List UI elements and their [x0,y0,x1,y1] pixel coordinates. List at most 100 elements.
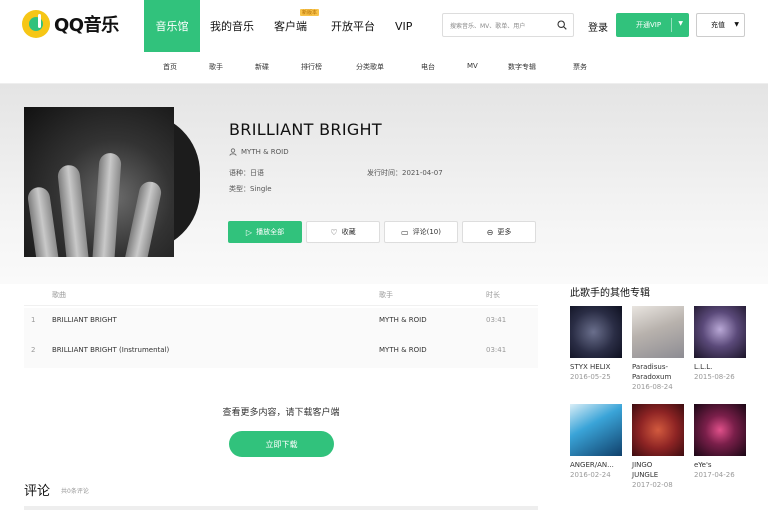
cover-art-shape [122,179,164,257]
song-title[interactable]: BRILLIANT BRIGHT [52,316,117,324]
topnav-music-hall[interactable]: 音乐馆 [144,0,200,52]
qq-music-logo-icon [22,10,50,38]
album-thumbnail[interactable] [570,306,622,358]
sub-nav: 首页 歌手 新碟 排行榜 分类歌单 电台 MV 数字专辑 票务 [0,52,768,84]
other-album-card[interactable]: eYe's 2017-04-26 [694,404,746,481]
other-album-card[interactable]: JINGO JUNGLE 2017-02-08 [632,404,684,491]
subnav-playlists[interactable]: 分类歌单 [356,62,384,72]
person-icon [229,148,237,156]
song-artist[interactable]: MYTH & ROID [379,346,427,354]
album-thumbnail[interactable] [632,306,684,358]
vip-divider [671,18,672,32]
cover-art-shape [26,185,60,257]
favorite-button[interactable]: ♡ 收藏 [306,221,380,243]
album-date: 2017-04-26 [694,471,735,479]
topnav-open-platform[interactable]: 开放平台 [321,0,385,52]
login-link[interactable]: 登录 [588,19,608,34]
caret-down-icon[interactable]: ▼ [678,20,683,27]
play-all-button[interactable]: ▷ 播放全部 [228,221,302,243]
album-date: 2015-08-26 [694,373,735,381]
subnav-digital-albums[interactable]: 数字专辑 [508,62,536,72]
other-album-card[interactable]: ANGER/AN... 2016-02-24 [570,404,622,481]
recharge-button[interactable]: 充值 ▼ [696,13,745,37]
comment-icon: ▭ [401,227,409,237]
caret-down-icon[interactable]: ▼ [734,21,739,28]
favorite-label: 收藏 [341,228,356,236]
other-album-card[interactable]: STYX HELIX 2016-05-25 [570,306,622,383]
new-version-badge: 新版本 [299,9,319,16]
search-input[interactable]: 搜索音乐、MV、歌单、用户 [442,13,574,37]
album-cover-image [24,107,174,257]
album-name[interactable]: ANGER/AN... [570,460,622,470]
download-now-button[interactable]: 立即下载 [229,431,334,457]
other-album-card[interactable]: L.L.L. 2015-08-26 [694,306,746,383]
song-table-header: 歌曲 歌手 时长 [24,282,538,306]
album-artist-name: MYTH & ROID [241,148,289,156]
more-label: 更多 [497,228,512,236]
brand-logo[interactable]: QQ音乐 [22,10,119,38]
column-singer: 歌手 [379,291,393,299]
column-duration: 时长 [486,291,500,299]
album-date: 2017-02-08 [632,481,673,489]
top-header: QQ音乐 音乐馆 我的音乐 客户端 新版本 开放平台 VIP 搜索音乐、MV、歌… [0,0,768,52]
song-title[interactable]: BRILLIANT BRIGHT (Instrumental) [52,346,169,354]
subnav-charts[interactable]: 排行榜 [301,62,322,72]
album-release-date: 发行时间：2021-04-07 [367,169,443,177]
open-vip-button[interactable]: 开通VIP ▼ [616,13,689,37]
subnav-new-albums[interactable]: 新碟 [255,62,269,72]
album-date: 2016-08-24 [632,383,673,391]
comment-label: 评论(10) [412,228,441,236]
comments-count: 共0条评论 [61,488,89,495]
album-title: BRILLIANT BRIGHT [229,120,382,139]
album-name-line2[interactable]: Paradoxum [632,372,684,382]
song-index: 2 [31,346,36,354]
open-vip-label: 开通VIP [636,21,662,29]
album-action-buttons: ▷ 播放全部 ♡ 收藏 ▭ 评论(10) ⊖ 更多 [228,221,540,243]
album-name-line2[interactable]: JUNGLE [632,470,684,480]
song-artist[interactable]: MYTH & ROID [379,316,427,324]
play-icon: ▷ [245,227,253,237]
song-duration: 03:41 [486,346,507,354]
comments-heading: 评论 [24,484,51,499]
topnav-my-music[interactable]: 我的音乐 [200,0,264,52]
other-albums-heading: 此歌手的其他专辑 [570,288,650,299]
album-name[interactable]: L.L.L. [694,362,746,372]
brand-name: QQ音乐 [54,15,119,36]
subnav-home[interactable]: 首页 [163,62,177,72]
album-date: 2016-05-25 [570,373,611,381]
comments-divider [24,506,538,510]
topnav-vip[interactable]: VIP [385,0,422,52]
album-type: 类型：Single [229,185,272,193]
album-name[interactable]: JINGO [632,460,684,470]
album-thumbnail[interactable] [694,306,746,358]
comment-button[interactable]: ▭ 评论(10) [384,221,458,243]
subnav-mv[interactable]: MV [467,62,478,70]
play-all-label: 播放全部 [256,228,285,236]
album-artist-link[interactable]: MYTH & ROID [229,148,289,156]
subnav-radio[interactable]: 电台 [421,62,435,72]
cover-art-shape [92,152,122,257]
table-row[interactable]: 1 BRILLIANT BRIGHT MYTH & ROID 03:41 [24,308,538,338]
search-placeholder: 搜索音乐、MV、歌单、用户 [450,22,526,30]
song-duration: 03:41 [486,316,507,324]
topnav-client-label: 客户端 [274,20,307,33]
other-album-card[interactable]: Paradisus- Paradoxum 2016-08-24 [632,306,684,393]
album-thumbnail[interactable] [632,404,684,456]
topnav-client[interactable]: 客户端 新版本 [264,0,321,52]
album-name[interactable]: STYX HELIX [570,362,622,372]
subnav-tickets[interactable]: 票务 [573,62,587,72]
album-cover-group [24,107,200,257]
recharge-label: 充值 [711,21,725,29]
top-nav: 音乐馆 我的音乐 客户端 新版本 开放平台 VIP [144,0,422,52]
search-icon[interactable] [557,20,567,30]
album-genre: 语种：日语 [229,169,264,177]
album-thumbnail[interactable] [570,404,622,456]
album-thumbnail[interactable] [694,404,746,456]
more-icon: ⊖ [486,227,494,237]
subnav-singers[interactable]: 歌手 [209,62,223,72]
column-song: 歌曲 [52,291,66,299]
table-row[interactable]: 2 BRILLIANT BRIGHT (Instrumental) MYTH &… [24,338,538,368]
album-name[interactable]: Paradisus- [632,362,684,372]
album-name[interactable]: eYe's [694,460,746,470]
more-button[interactable]: ⊖ 更多 [462,221,536,243]
